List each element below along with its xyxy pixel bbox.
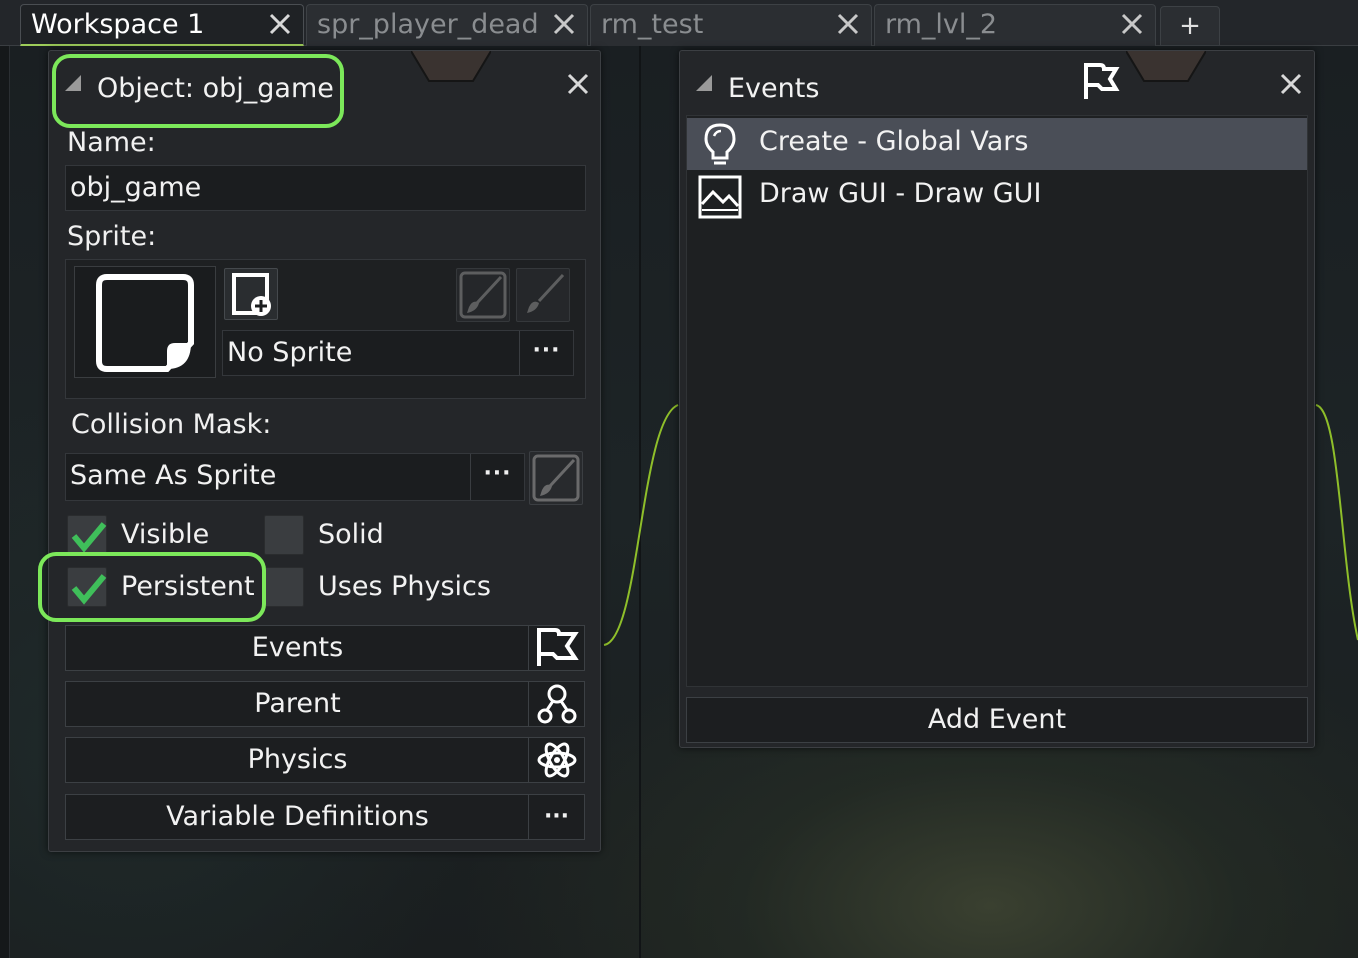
brush-icon bbox=[527, 273, 565, 313]
workspace-divider[interactable] bbox=[639, 46, 641, 958]
persistent-label: Persistent bbox=[121, 571, 255, 602]
new-sprite-icon bbox=[232, 273, 271, 316]
collapse-triangle-icon[interactable] bbox=[696, 75, 712, 91]
uses-physics-checkbox[interactable] bbox=[264, 567, 304, 607]
name-field[interactable]: obj_game bbox=[65, 165, 586, 211]
solid-label: Solid bbox=[318, 519, 384, 550]
parent-button-label: Parent bbox=[254, 688, 341, 719]
close-icon[interactable] bbox=[1119, 11, 1145, 37]
collapse-triangle-icon[interactable] bbox=[65, 75, 81, 91]
events-panel-title: Events bbox=[728, 73, 820, 104]
visible-label: Visible bbox=[121, 519, 210, 550]
add-event-button[interactable]: Add Event bbox=[686, 697, 1308, 743]
events-panel: Events Create - Global Vars Draw GUI - D… bbox=[679, 50, 1315, 748]
header-notch bbox=[411, 51, 491, 82]
close-icon[interactable] bbox=[835, 11, 861, 37]
sprite-value: No Sprite bbox=[227, 337, 353, 368]
variable-definitions-label: Variable Definitions bbox=[166, 801, 429, 832]
event-create[interactable]: Create - Global Vars bbox=[687, 118, 1307, 170]
tab-workspace-1[interactable]: Workspace 1 bbox=[20, 4, 304, 46]
check-icon bbox=[71, 522, 107, 553]
flag-icon bbox=[528, 626, 584, 670]
physics-button[interactable]: Physics bbox=[65, 737, 585, 783]
tab-spr-player-dead[interactable]: spr_player_dead bbox=[306, 4, 588, 46]
left-strip bbox=[0, 0, 10, 958]
header-notch bbox=[1126, 51, 1206, 82]
edit-sprite-button[interactable] bbox=[456, 268, 510, 322]
more-icon: ··· bbox=[528, 795, 584, 839]
close-icon[interactable] bbox=[267, 11, 293, 37]
events-button[interactable]: Events bbox=[65, 625, 585, 671]
tab-bar: Workspace 1 spr_player_dead rm_test rm_l… bbox=[0, 0, 1358, 46]
events-panel-header[interactable]: Events bbox=[680, 51, 1314, 113]
tab-label: spr_player_dead bbox=[317, 9, 539, 40]
close-icon[interactable] bbox=[1278, 71, 1304, 97]
hierarchy-icon bbox=[528, 682, 584, 726]
new-sprite-button[interactable] bbox=[224, 268, 278, 320]
uses-physics-label: Uses Physics bbox=[318, 571, 491, 602]
object-panel-title: Object: obj_game bbox=[97, 73, 334, 104]
event-label: Create - Global Vars bbox=[759, 126, 1029, 157]
flag-icon[interactable] bbox=[1080, 61, 1122, 103]
tab-rm-lvl-2[interactable]: rm_lvl_2 bbox=[874, 4, 1156, 46]
check-icon bbox=[71, 574, 107, 605]
events-button-label: Events bbox=[251, 632, 344, 663]
object-panel-header[interactable]: Object: obj_game bbox=[49, 51, 600, 113]
sprite-placeholder-icon bbox=[96, 274, 194, 372]
tab-label: rm_test bbox=[601, 9, 704, 40]
event-label: Draw GUI - Draw GUI bbox=[759, 178, 1042, 209]
sprite-field[interactable]: No Sprite ··· bbox=[222, 330, 574, 376]
events-list: Create - Global Vars Draw GUI - Draw GUI bbox=[686, 115, 1308, 687]
variable-definitions-button[interactable]: Variable Definitions ··· bbox=[65, 794, 585, 840]
event-draw-gui[interactable]: Draw GUI - Draw GUI bbox=[687, 170, 1307, 222]
paintbrush-icon bbox=[532, 454, 580, 502]
edit-mask-button[interactable] bbox=[529, 451, 583, 505]
collision-mask-browse-button[interactable]: ··· bbox=[470, 454, 524, 500]
collision-mask-label: Collision Mask: bbox=[71, 409, 272, 440]
name-label: Name: bbox=[67, 127, 156, 158]
close-icon[interactable] bbox=[565, 71, 591, 97]
collision-mask-value: Same As Sprite bbox=[70, 460, 277, 491]
add-tab-button[interactable]: + bbox=[1160, 6, 1220, 46]
collision-mask-field[interactable]: Same As Sprite ··· bbox=[65, 453, 525, 501]
tab-label: Workspace 1 bbox=[31, 9, 205, 40]
close-icon[interactable] bbox=[551, 11, 577, 37]
parent-button[interactable]: Parent bbox=[65, 681, 585, 727]
sprite-preview[interactable] bbox=[74, 266, 216, 378]
sprite-label: Sprite: bbox=[67, 221, 157, 252]
visible-checkbox[interactable] bbox=[67, 515, 107, 555]
physics-button-label: Physics bbox=[247, 744, 348, 775]
solid-checkbox[interactable] bbox=[264, 515, 304, 555]
tab-rm-test[interactable]: rm_test bbox=[590, 4, 872, 46]
sprite-browse-button[interactable]: ··· bbox=[519, 331, 573, 375]
lightbulb-icon bbox=[704, 123, 736, 165]
paint-sprite-button[interactable] bbox=[516, 268, 570, 322]
sprite-area: No Sprite ··· bbox=[65, 259, 586, 399]
persistent-checkbox[interactable] bbox=[67, 567, 107, 607]
paintbrush-icon bbox=[459, 271, 507, 319]
image-icon bbox=[698, 175, 742, 219]
object-panel: Object: obj_game Name: obj_game Sprite: bbox=[48, 50, 601, 852]
atom-icon bbox=[528, 738, 584, 782]
tab-label: rm_lvl_2 bbox=[885, 9, 998, 40]
